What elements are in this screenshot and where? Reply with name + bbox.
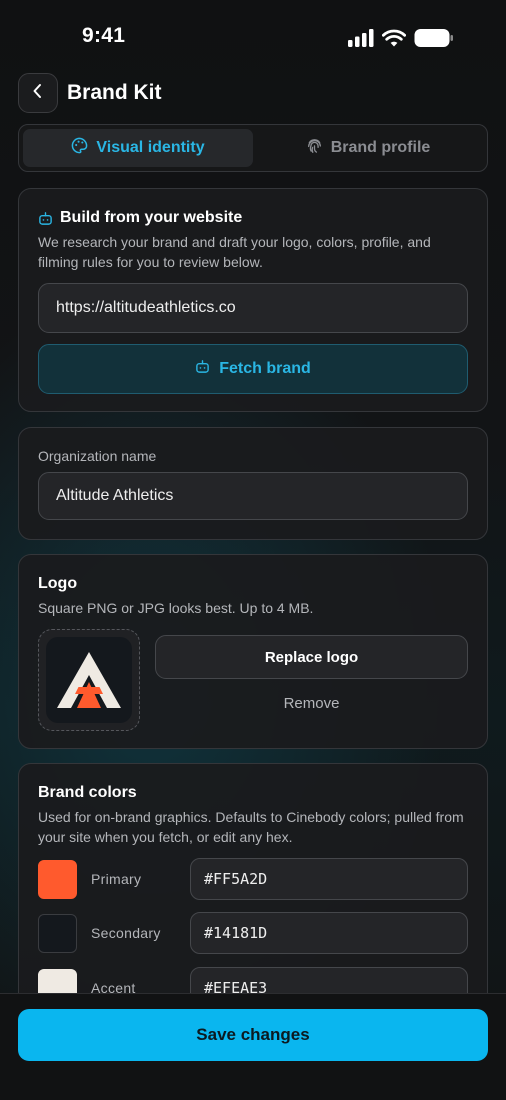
- status-time: 9:41: [82, 24, 126, 47]
- brand-logo-image: [46, 637, 132, 723]
- fingerprint-icon: [306, 137, 323, 159]
- color-row-primary: Primary #FF5A2D: [38, 858, 468, 900]
- color-swatch-primary[interactable]: [38, 860, 77, 899]
- robot-icon: [195, 359, 210, 379]
- logo-card-description: Square PNG or JPG looks best. Up to 4 MB…: [38, 600, 314, 616]
- brand-colors-title: Brand colors: [38, 784, 137, 801]
- back-button[interactable]: [18, 73, 58, 113]
- tab-bar: Visual identity Brand profile: [18, 124, 488, 172]
- color-swatch-secondary[interactable]: [38, 914, 77, 953]
- organization-name-input[interactable]: Altitude Athletics: [38, 472, 468, 520]
- website-card: Build from your website We research your…: [18, 188, 488, 412]
- fetch-brand-label: Fetch brand: [219, 360, 311, 377]
- logo-preview[interactable]: [38, 629, 140, 731]
- save-changes-button[interactable]: Save changes: [18, 1009, 488, 1061]
- status-icons: [348, 28, 454, 53]
- hex-input-secondary[interactable]: #14181D: [190, 912, 468, 954]
- color-label-primary: Primary: [91, 871, 142, 887]
- website-card-title: Build from your website: [60, 209, 243, 226]
- page-title: Brand Kit: [67, 81, 162, 104]
- logo-card: Logo Square PNG or JPG looks best. Up to…: [18, 554, 488, 749]
- signal-icon: [348, 29, 374, 52]
- brand-colors-description: Used for on-brand graphics. Defaults to …: [38, 809, 464, 845]
- robot-icon: [38, 211, 53, 231]
- fetch-brand-button[interactable]: Fetch brand: [38, 344, 468, 394]
- battery-icon: [414, 28, 454, 53]
- remove-logo-button[interactable]: Remove: [155, 695, 468, 712]
- replace-logo-button[interactable]: Replace logo: [155, 635, 468, 679]
- chevron-left-icon: [31, 83, 45, 104]
- color-row-secondary: Secondary #14181D: [38, 912, 468, 954]
- tab-brand-profile[interactable]: Brand profile: [253, 129, 483, 167]
- hex-input-primary[interactable]: #FF5A2D: [190, 858, 468, 900]
- tab-visual-identity-label: Visual identity: [96, 139, 205, 156]
- organization-card: Organization name Altitude Athletics: [18, 427, 488, 540]
- palette-icon: [71, 137, 88, 159]
- website-card-description: We research your brand and draft your lo…: [38, 234, 431, 270]
- bottom-action-bar: Save changes: [0, 993, 506, 1100]
- organization-label: Organization name: [38, 448, 157, 464]
- wifi-icon: [381, 29, 407, 52]
- logo-card-title: Logo: [38, 575, 78, 592]
- website-url-input[interactable]: https://altitudeathletics.co: [38, 283, 468, 333]
- color-label-secondary: Secondary: [91, 925, 161, 941]
- tab-brand-profile-label: Brand profile: [330, 139, 431, 156]
- tab-visual-identity[interactable]: Visual identity: [23, 129, 253, 167]
